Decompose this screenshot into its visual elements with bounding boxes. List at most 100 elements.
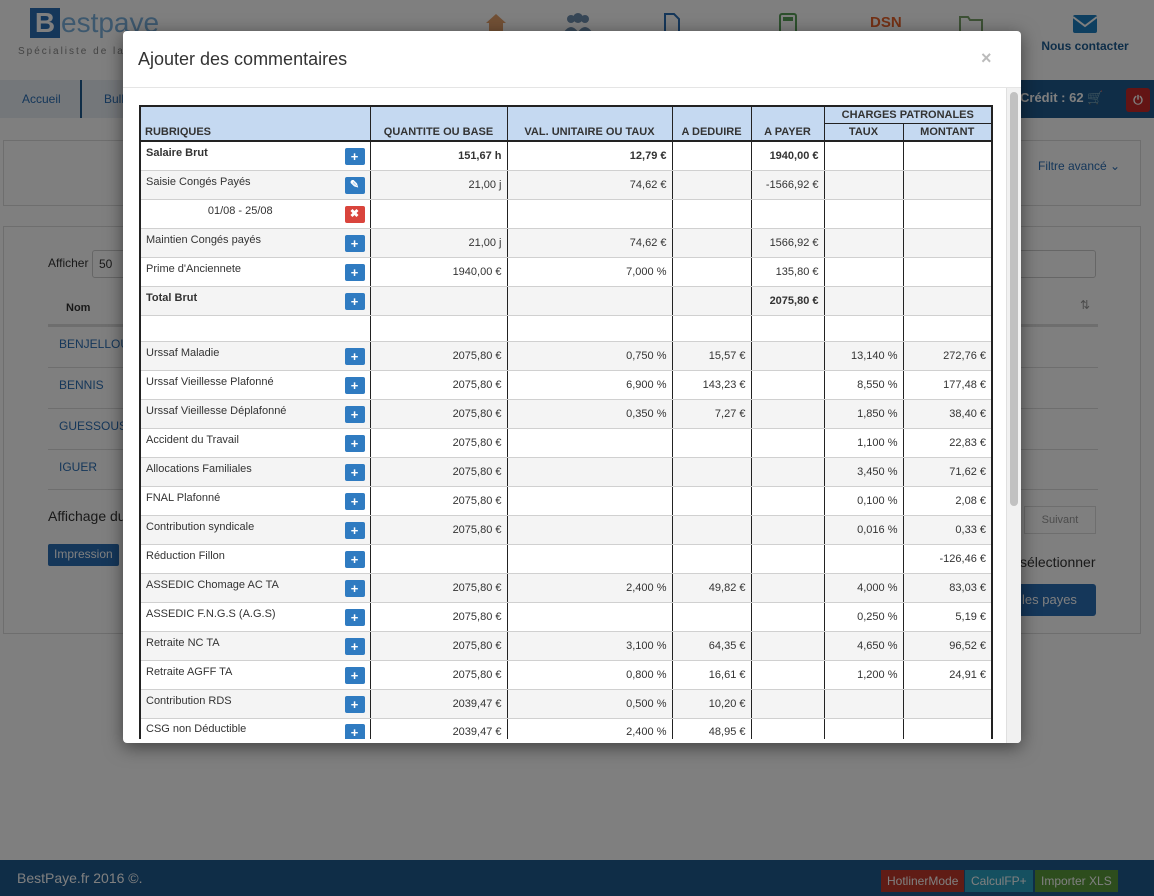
plus-icon[interactable]: + — [344, 463, 365, 481]
rubrique-cell: + Prime d'Anciennete — [139, 257, 371, 287]
rubrique-cell: + Contribution RDS — [139, 689, 371, 719]
close-icon[interactable]: × — [981, 48, 992, 69]
a-payer-cell — [750, 199, 825, 229]
plus-icon[interactable]: + — [344, 347, 365, 365]
plus-icon[interactable]: + — [344, 263, 365, 281]
a-payer-cell — [750, 341, 825, 371]
header-taux: TAUX — [823, 123, 904, 142]
rubrique-cell — [139, 315, 371, 342]
montant-cell: 24,91 € — [902, 660, 993, 690]
plus-icon[interactable]: + — [344, 521, 365, 539]
scroll-thumb[interactable] — [1010, 92, 1018, 506]
plus-icon[interactable]: + — [344, 637, 365, 655]
quantite-cell: 1940,00 € — [369, 257, 508, 287]
rubrique-label: Maintien Congés payés — [146, 233, 261, 246]
rubrique-cell: ✖ 01/08 - 25/08 — [139, 199, 371, 229]
comments-modal: Ajouter des commentaires × RUBRIQUES QUA… — [123, 31, 1021, 743]
rubrique-cell: + Maintien Congés payés — [139, 228, 371, 258]
quantite-cell — [369, 315, 508, 342]
a-deduire-cell — [671, 602, 752, 632]
a-deduire-cell: 15,57 € — [671, 341, 752, 371]
payslip-row: + CSG non Déductible 2039,47 €2,400 % 48,95… — [139, 718, 993, 739]
a-payer-cell — [750, 689, 825, 719]
quantite-cell: 2075,80 € — [369, 428, 508, 458]
val-unitaire-cell: 2,400 % — [506, 573, 673, 603]
montant-cell — [902, 689, 993, 719]
rubrique-label: Total Brut — [146, 291, 198, 304]
quantite-cell: 2075,80 € — [369, 631, 508, 661]
val-unitaire-cell — [506, 286, 673, 316]
delete-icon[interactable]: ✖ — [344, 205, 365, 223]
a-deduire-cell: 64,35 € — [671, 631, 752, 661]
montant-cell: 2,08 € — [902, 486, 993, 516]
a-payer-cell — [750, 428, 825, 458]
a-deduire-cell — [671, 199, 752, 229]
a-payer-cell: 1566,92 € — [750, 228, 825, 258]
montant-cell — [902, 170, 993, 200]
payslip-body: + Salaire Brut 151,67 h 12,79 € 1940,00 € ✎ Sa… — [139, 140, 993, 739]
edit-icon[interactable]: ✎ — [344, 176, 365, 194]
plus-icon[interactable]: + — [344, 608, 365, 626]
rubrique-cell: + Urssaf Maladie — [139, 341, 371, 371]
plus-icon[interactable]: + — [344, 405, 365, 423]
a-payer-cell — [750, 399, 825, 429]
rubrique-cell: + Contribution syndicale — [139, 515, 371, 545]
a-payer-cell — [750, 315, 825, 342]
val-unitaire-cell — [506, 544, 673, 574]
a-payer-cell — [750, 602, 825, 632]
taux-cell: 0,100 % — [823, 486, 904, 516]
a-payer-cell — [750, 544, 825, 574]
quantite-cell: 2075,80 € — [369, 486, 508, 516]
rubrique-cell: + Allocations Familiales — [139, 457, 371, 487]
plus-icon[interactable]: + — [344, 695, 365, 713]
plus-icon[interactable]: + — [344, 147, 365, 165]
plus-icon[interactable]: + — [344, 579, 365, 597]
taux-cell: 13,140 % — [823, 341, 904, 371]
val-unitaire-cell: 74,62 € — [506, 170, 673, 200]
header-a-payer: A PAYER — [750, 105, 825, 142]
plus-icon[interactable]: + — [344, 234, 365, 252]
header-a-deduire: A DEDUIRE — [671, 105, 752, 142]
payslip-row: + Maintien Congés payés 21,00 j 74,62 € 1566… — [139, 228, 993, 258]
rubrique-label: Contribution syndicale — [146, 520, 255, 533]
plus-icon[interactable]: + — [344, 492, 365, 510]
rubrique-label: Saisie Congés Payés — [146, 175, 251, 188]
a-deduire-cell — [671, 257, 752, 287]
rubrique-cell: ✎ Saisie Congés Payés — [139, 170, 371, 200]
plus-icon[interactable]: + — [344, 434, 365, 452]
a-deduire-cell: 48,95 € — [671, 718, 752, 739]
plus-icon[interactable]: + — [344, 724, 365, 739]
plus-icon[interactable]: + — [344, 550, 365, 568]
plus-icon[interactable]: + — [344, 666, 365, 684]
a-deduire-cell: 49,82 € — [671, 573, 752, 603]
payslip-row: + Salaire Brut 151,67 h 12,79 € 1940,00 € — [139, 140, 993, 171]
payslip-row: + Total Brut 2075,80 € — [139, 286, 993, 316]
quantite-cell — [369, 286, 508, 316]
quantite-cell: 2075,80 € — [369, 660, 508, 690]
montant-cell: 5,19 € — [902, 602, 993, 632]
val-unitaire-cell: 3,100 % — [506, 631, 673, 661]
rubrique-label: ASSEDIC Chomage AC TA — [146, 578, 279, 591]
montant-cell — [902, 286, 993, 316]
taux-cell: 3,450 % — [823, 457, 904, 487]
modal-scrollbar[interactable] — [1006, 88, 1021, 743]
val-unitaire-cell: 6,900 % — [506, 370, 673, 400]
rubrique-cell: + CSG non Déductible — [139, 718, 371, 739]
rubrique-cell: + ASSEDIC F.N.G.S (A.G.S) — [139, 602, 371, 632]
montant-cell: 0,33 € — [902, 515, 993, 545]
plus-icon[interactable]: + — [344, 376, 365, 394]
rubrique-cell: + ASSEDIC Chomage AC TA — [139, 573, 371, 603]
payslip-row: ✎ Saisie Congés Payés 21,00 j 74,62 € -1566,… — [139, 170, 993, 200]
taux-cell: 8,550 % — [823, 370, 904, 400]
a-deduire-cell — [671, 228, 752, 258]
header-charges-patronales: CHARGES PATRONALES — [823, 105, 993, 124]
a-payer-cell — [750, 370, 825, 400]
rubrique-label: Urssaf Vieillesse Plafonné — [146, 375, 274, 388]
a-deduire-cell — [671, 486, 752, 516]
plus-icon[interactable]: + — [344, 292, 365, 310]
val-unitaire-cell: 12,79 € — [506, 140, 673, 171]
payslip-row: + ASSEDIC Chomage AC TA 2075,80 €2,400 % 49… — [139, 573, 993, 603]
montant-cell: 83,03 € — [902, 573, 993, 603]
taux-cell: 1,850 % — [823, 399, 904, 429]
payslip-row: ✖ 01/08 - 25/08 — [139, 199, 993, 229]
